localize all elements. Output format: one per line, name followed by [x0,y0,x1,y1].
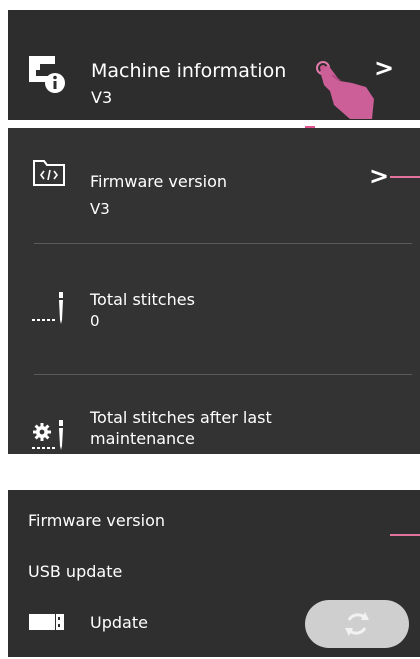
callout-line [390,534,420,536]
update-panel-heading: Firmware version [28,511,166,530]
maintenance-value: 0 [90,451,100,469]
firmware-version-value: V3 [90,200,110,218]
maintenance-gear-needle-icon [30,418,70,454]
callout-line [390,176,420,178]
firmware-folder-icon [32,157,66,187]
usb-update-label: USB update [28,562,123,581]
sewing-machine-info-icon [26,52,68,94]
divider [34,374,412,375]
divider [34,243,412,244]
machine-version: V3 [91,88,113,107]
update-button[interactable] [305,600,409,648]
tap-hand-icon [310,55,380,125]
maintenance-title-line2: maintenance [90,429,195,448]
total-stitches-value: 0 [90,312,100,330]
refresh-icon [345,612,369,636]
firmware-version-title: Firmware version [90,172,228,191]
machine-information-title: Machine information [91,60,287,82]
firmware-chevron-right-icon[interactable]: > [369,162,389,190]
update-label: Update [90,613,148,632]
needle-icon [30,290,70,326]
usb-device-icon [28,612,66,632]
total-stitches-title: Total stitches [90,290,195,309]
maintenance-title-line1: Total stitches after last [90,408,272,427]
